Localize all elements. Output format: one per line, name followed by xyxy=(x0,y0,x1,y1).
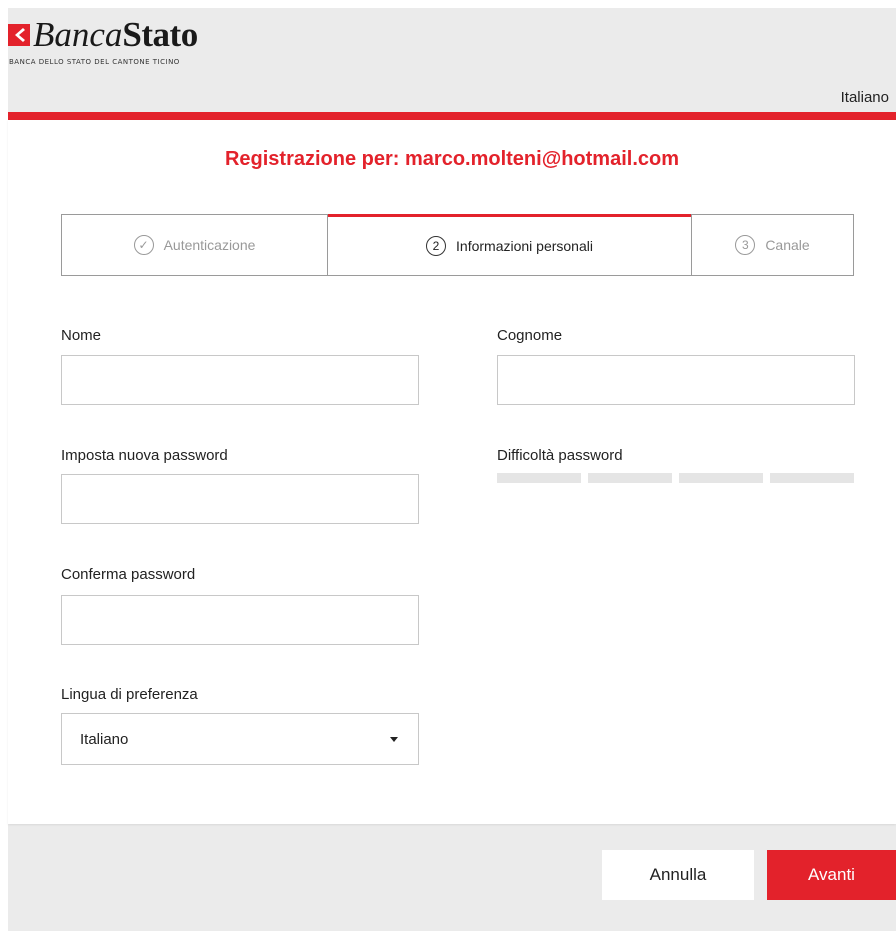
registration-card: Registrazione per: marco.molteni@hotmail… xyxy=(8,120,896,824)
confirm-password-label: Conferma password xyxy=(61,566,196,583)
logo-word-stato: Stato xyxy=(122,15,198,54)
step-channel: 3 Canale xyxy=(691,215,853,275)
password-label: Imposta nuova password xyxy=(61,447,228,464)
bancastato-logo[interactable]: BancaStato BANCA DELLO STATO DEL CANTONE… xyxy=(8,17,198,66)
logo-wordmark: BancaStato xyxy=(33,17,198,52)
language-preference-label: Lingua di preferenza xyxy=(61,686,198,703)
cognome-label: Cognome xyxy=(497,327,563,344)
password-input[interactable] xyxy=(61,474,419,524)
page-frame: BancaStato BANCA DELLO STATO DEL CANTONE… xyxy=(8,8,896,931)
select-value: Italiano xyxy=(80,730,129,748)
step-authentication: ✓ Autenticazione xyxy=(62,215,328,275)
strength-segment xyxy=(588,473,672,483)
language-preference-select[interactable]: Italiano xyxy=(61,713,419,765)
logo-word-banca: Banca xyxy=(33,15,123,54)
logo-subtitle: BANCA DELLO STATO DEL CANTONE TICINO xyxy=(9,58,180,66)
step-number-icon: 3 xyxy=(735,235,756,255)
strength-segment xyxy=(497,473,581,483)
next-button[interactable]: Avanti xyxy=(767,850,896,900)
step-personal-info: 2 Informazioni personali xyxy=(328,214,691,275)
confirm-password-input[interactable] xyxy=(61,595,419,645)
nome-input[interactable] xyxy=(61,355,419,405)
step-label: Informazioni personali xyxy=(456,238,593,254)
chevron-left-icon xyxy=(8,24,30,46)
nome-label: Nome xyxy=(61,327,102,344)
language-switch[interactable]: Italiano xyxy=(841,89,889,106)
registration-title: Registrazione per: marco.molteni@hotmail… xyxy=(224,148,680,170)
stepper: ✓ Autenticazione 2 Informazioni personal… xyxy=(61,214,854,276)
strength-segment xyxy=(679,473,763,483)
step-label: Autenticazione xyxy=(163,237,256,253)
cancel-button[interactable]: Annulla xyxy=(602,850,754,900)
header-divider xyxy=(8,112,896,120)
cognome-input[interactable] xyxy=(497,355,855,405)
check-circle-icon: ✓ xyxy=(133,235,154,255)
strength-segment xyxy=(770,473,854,483)
password-strength-label: Difficoltà password xyxy=(497,447,623,464)
password-strength-meter xyxy=(497,473,854,483)
step-number-icon: 2 xyxy=(426,236,447,256)
caret-down-icon xyxy=(390,736,398,742)
step-label: Canale xyxy=(765,237,810,253)
